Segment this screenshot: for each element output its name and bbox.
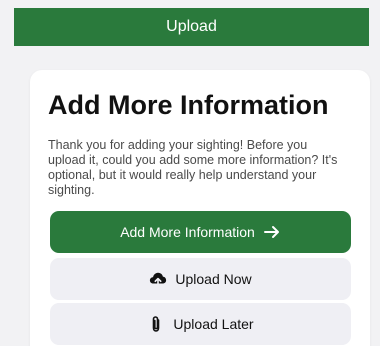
paperclip-icon bbox=[147, 315, 165, 333]
cloud-upload-icon bbox=[149, 270, 167, 288]
page: Upload Add More Information Thank you fo… bbox=[0, 0, 380, 346]
upload-header-button[interactable]: Upload bbox=[14, 8, 369, 46]
upload-now-button[interactable]: Upload Now bbox=[50, 258, 351, 300]
card-title: Add More Information bbox=[48, 90, 329, 120]
upload-later-label: Upload Later bbox=[173, 316, 254, 332]
add-info-card: Add More Information Thank you for addin… bbox=[30, 70, 370, 346]
add-more-information-label: Add More Information bbox=[120, 224, 255, 240]
add-more-information-button[interactable]: Add More Information bbox=[50, 211, 351, 253]
card-description: Thank you for adding your sighting! Befo… bbox=[48, 138, 338, 197]
arrow-right-icon bbox=[263, 223, 281, 241]
upload-header-label: Upload bbox=[166, 18, 217, 35]
upload-now-label: Upload Now bbox=[175, 271, 252, 287]
upload-later-button[interactable]: Upload Later bbox=[50, 303, 351, 345]
